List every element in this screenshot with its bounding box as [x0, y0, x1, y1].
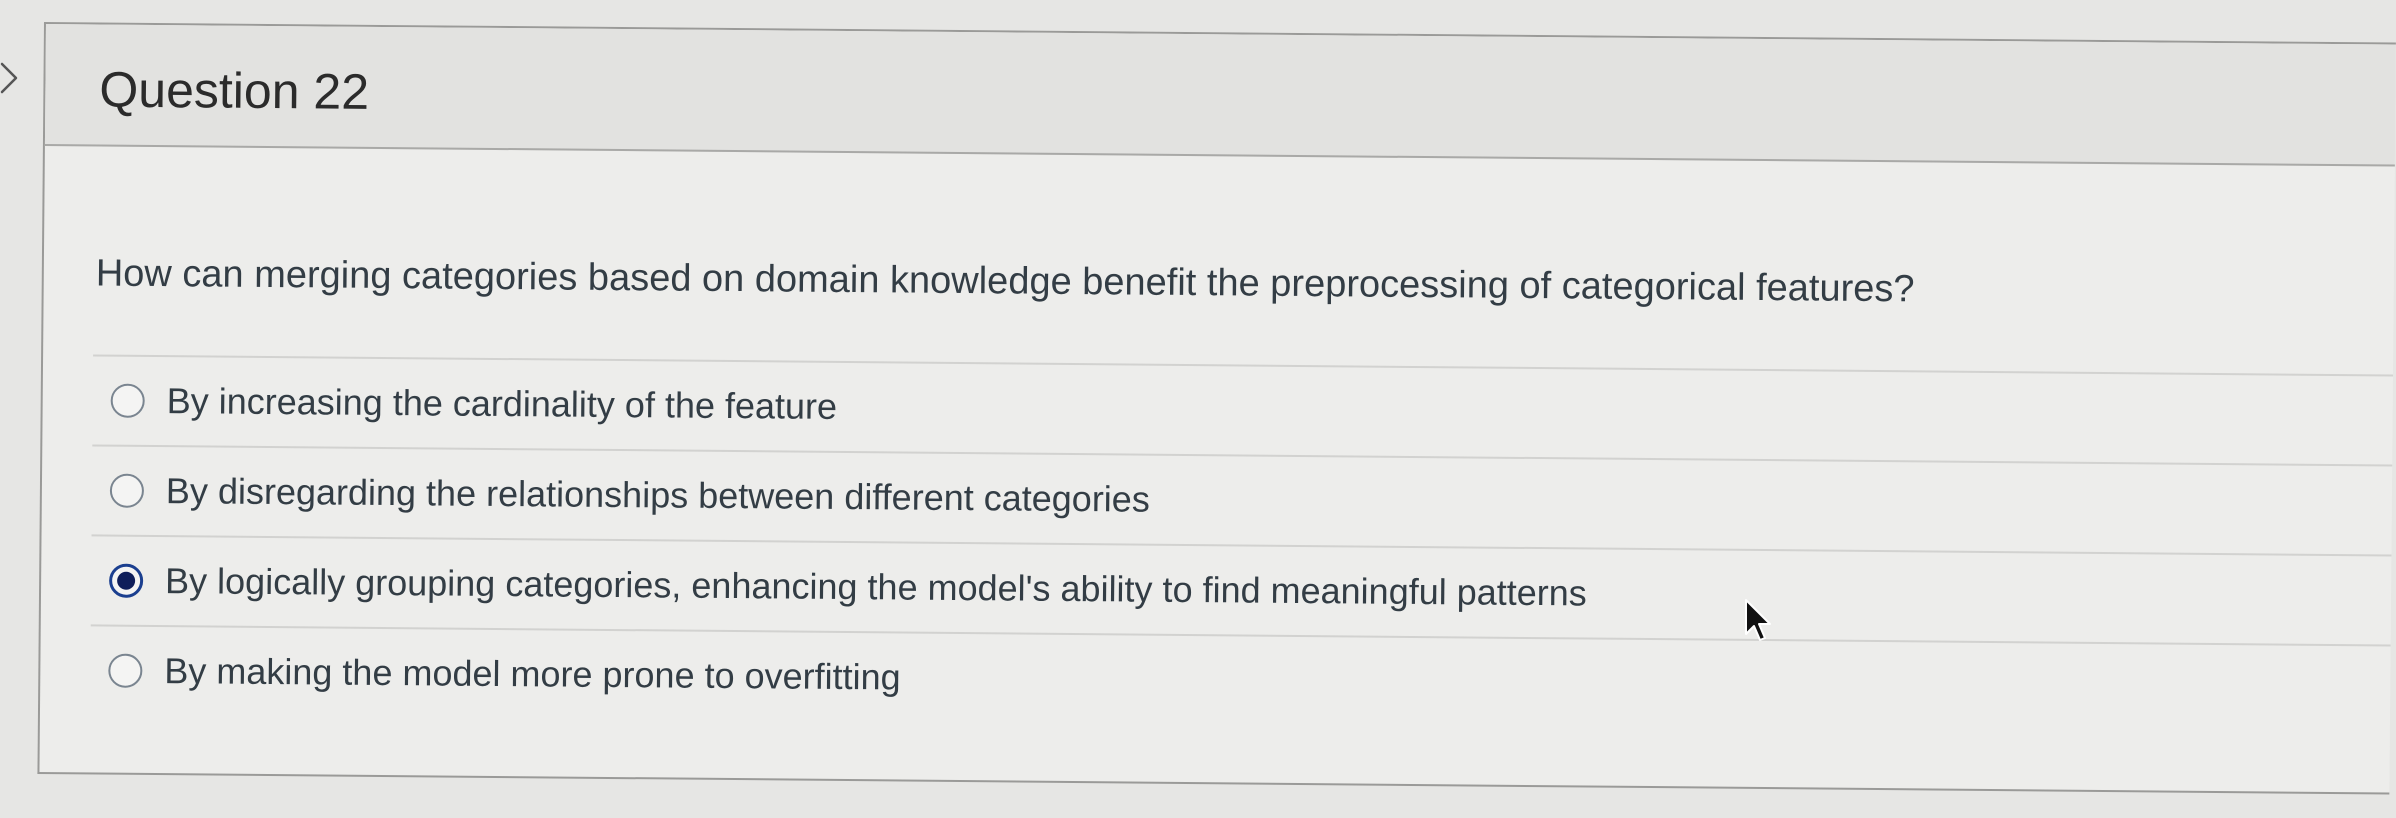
question-title: Question 22 — [99, 61, 370, 120]
radio-button[interactable] — [109, 473, 145, 508]
answer-label[interactable]: By increasing the cardinality of the fea… — [167, 380, 838, 428]
radio-button-selected[interactable] — [108, 563, 144, 598]
answer-label[interactable]: By disregarding the relationships betwee… — [166, 470, 1150, 521]
mouse-cursor-icon — [1745, 599, 1771, 641]
question-header: Question 22 — [44, 24, 2396, 167]
answer-label[interactable]: By logically grouping categories, enhanc… — [165, 560, 1587, 614]
answer-label[interactable]: By making the model more prone to overfi… — [164, 650, 901, 698]
chevron-right-icon[interactable] — [0, 58, 24, 98]
question-card: Question 22 How can merging categories b… — [37, 22, 2396, 795]
answer-list: By increasing the cardinality of the fea… — [89, 354, 2394, 735]
question-text: How can merging categories based on doma… — [95, 252, 1915, 311]
answer-option-4[interactable]: By making the model more prone to overfi… — [89, 624, 2391, 735]
radio-button[interactable] — [110, 383, 145, 418]
radio-button[interactable] — [108, 653, 143, 688]
